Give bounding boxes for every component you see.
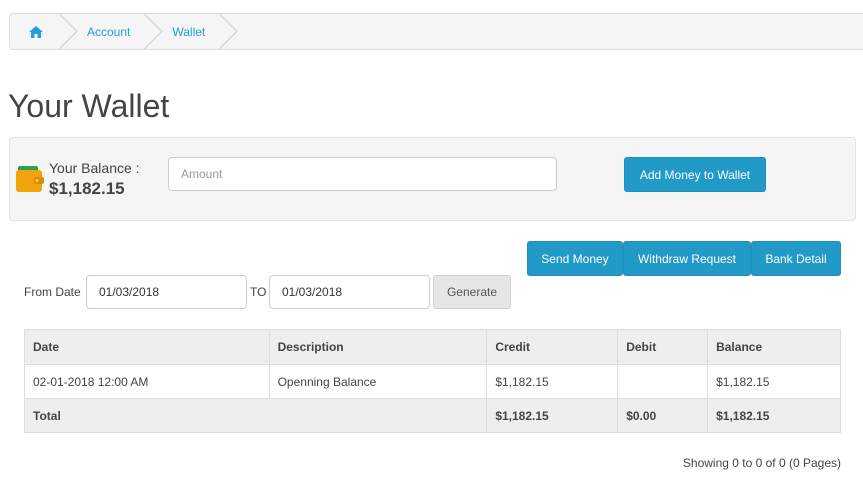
column-header-balance: Balance [707, 329, 841, 365]
total-debit: $0.00 [617, 398, 709, 433]
balance-label: Your Balance : [49, 160, 140, 176]
breadcrumb-account[interactable]: Account [63, 14, 146, 49]
total-credit: $1,182.15 [486, 398, 619, 433]
transactions-table: Date Description Credit Debit Balance 02… [23, 329, 841, 433]
add-money-button[interactable]: Add Money to Wallet [624, 157, 766, 192]
table-total-row: Total $1,182.15 $0.00 $1,182.15 [23, 398, 841, 433]
table-header-row: Date Description Credit Debit Balance [24, 329, 841, 365]
cell-balance: $1,182.15 [707, 364, 841, 399]
pagination-info: Showing 0 to 0 of 0 (0 Pages) [682, 456, 841, 470]
send-money-button[interactable]: Send Money [527, 241, 623, 276]
column-header-description: Description [268, 329, 488, 365]
cell-description: Openning Balance [268, 364, 488, 399]
breadcrumb-home[interactable] [10, 14, 61, 49]
bank-detail-button[interactable]: Bank Detail [751, 241, 841, 276]
cell-debit [617, 364, 709, 399]
balance-panel: Your Balance : $1,182.15 Add Money to Wa… [9, 137, 856, 221]
total-label: Total [23, 398, 488, 433]
table-row: 02-01-2018 12:00 AM Openning Balance $1,… [24, 364, 841, 399]
home-icon [29, 25, 43, 38]
from-date-input[interactable] [86, 275, 247, 309]
column-header-debit: Debit [617, 329, 709, 365]
generate-button[interactable]: Generate [433, 275, 511, 309]
to-date-label: TO [250, 285, 267, 299]
breadcrumb: Account Wallet [9, 13, 863, 50]
wallet-icon [16, 166, 44, 192]
page-title: Your Wallet [8, 88, 170, 124]
column-header-date: Date [24, 329, 270, 365]
cell-date: 02-01-2018 12:00 AM [24, 364, 270, 399]
amount-input[interactable] [168, 157, 557, 191]
to-date-input[interactable] [269, 275, 430, 309]
total-balance: $1,182.15 [707, 398, 841, 433]
from-date-label: From Date [24, 285, 81, 299]
balance-value: $1,182.15 [49, 179, 125, 198]
cell-credit: $1,182.15 [486, 364, 619, 399]
withdraw-request-button[interactable]: Withdraw Request [623, 241, 751, 276]
breadcrumb-wallet[interactable]: Wallet [148, 14, 221, 49]
column-header-credit: Credit [486, 329, 619, 365]
